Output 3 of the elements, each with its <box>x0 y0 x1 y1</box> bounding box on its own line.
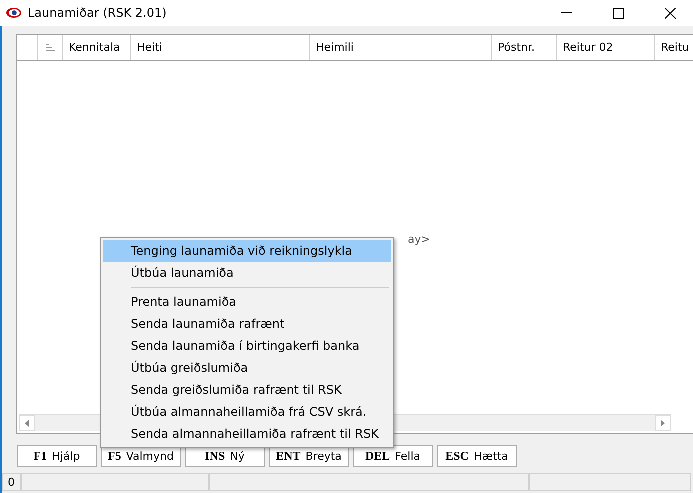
status-cell: 0 <box>2 473 21 491</box>
empty-grid-text: ay> <box>408 233 430 246</box>
window-title: Launamiðar (RSK 2.01) <box>28 6 168 20</box>
